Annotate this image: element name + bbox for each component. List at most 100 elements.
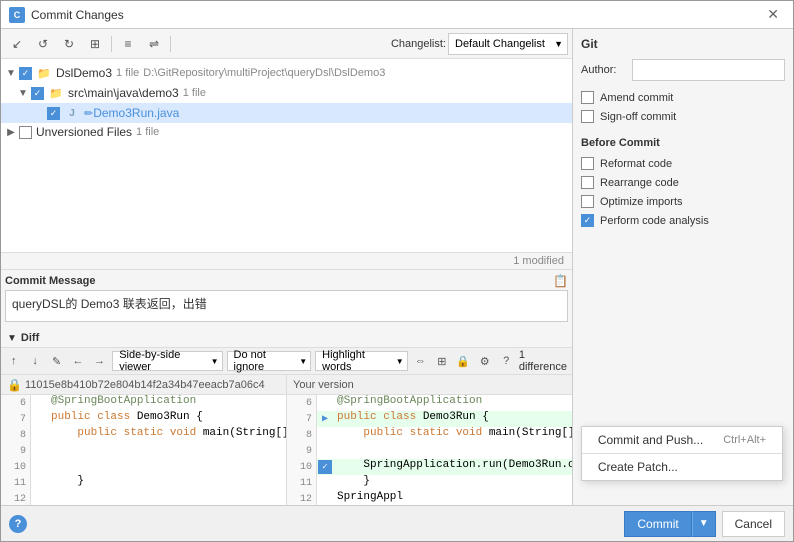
diff-line: 11 } bbox=[287, 475, 572, 491]
diff-help-btn[interactable]: ? bbox=[497, 351, 514, 371]
bottom-left: ? bbox=[9, 515, 27, 533]
app-icon: C bbox=[9, 7, 25, 23]
diff-line: 12 SpringAppl bbox=[287, 491, 572, 505]
diff-line: 11 } bbox=[1, 475, 286, 491]
rearrange-checkbox[interactable] bbox=[581, 176, 594, 189]
file-tree: ▼ ✓ 📁 DslDemo3 1 file D:\GitRepository\m… bbox=[1, 59, 572, 252]
diff-ignore-dropdown[interactable]: Do not ignore ▼ bbox=[227, 351, 312, 371]
bottom-bar: ? Commit ▼ Cancel bbox=[1, 505, 793, 541]
create-patch-item[interactable]: Create Patch... bbox=[582, 454, 782, 480]
diff-line: 6 @SpringBootApplication bbox=[287, 395, 572, 411]
file-java-icon: J bbox=[64, 105, 80, 121]
folder-icon: 📁 bbox=[36, 65, 52, 81]
rearrange-row: Rearrange code bbox=[581, 176, 785, 189]
diff-next-btn[interactable]: ↓ bbox=[26, 351, 43, 371]
diff-highlight-dropdown[interactable]: Highlight words ▼ bbox=[315, 351, 408, 371]
reformat-row: Reformat code bbox=[581, 157, 785, 170]
diff-toolbar: ↑ ↓ ✎ ← → Side-by-side viewer ▼ Do not i… bbox=[1, 347, 572, 375]
diff-line-checkbox[interactable]: ✓ bbox=[318, 460, 332, 474]
list-item[interactable]: ▶ Unversioned Files 1 file bbox=[1, 123, 572, 141]
list-item[interactable]: ▼ ✓ 📁 DslDemo3 1 file D:\GitRepository\m… bbox=[1, 63, 572, 83]
diff-right-panel: Your version 6 @SpringBootApplication 7 … bbox=[287, 375, 572, 505]
files-toolbar: ↙ ↺ ↻ ⊞ ≡ ⇌ Changelist: Default Changeli… bbox=[1, 29, 572, 59]
diff-right-lines: 6 @SpringBootApplication 7 ▶ public clas… bbox=[287, 395, 572, 505]
dropdown-icon: ▼ bbox=[396, 357, 404, 366]
move-to-changelist-btn[interactable]: ↙ bbox=[5, 33, 29, 55]
tree-expand-icon: ▼ bbox=[17, 87, 29, 99]
tree-expand-icon: ▼ bbox=[5, 67, 17, 79]
tree-checkbox[interactable] bbox=[19, 126, 32, 139]
signoff-commit-label: Sign-off commit bbox=[600, 111, 676, 123]
diff-label: ▼ Diff bbox=[1, 329, 572, 347]
file-modified-icon: ✏ bbox=[84, 107, 93, 120]
refresh-btn[interactable]: ↺ bbox=[31, 33, 55, 55]
diff-line: 9 bbox=[1, 443, 286, 459]
optimize-checkbox[interactable] bbox=[581, 195, 594, 208]
diff-prev-btn[interactable]: ↑ bbox=[5, 351, 22, 371]
diff-align-btn[interactable]: ⇔ bbox=[412, 351, 429, 371]
diff-line: 8 public static void main(String[] args bbox=[287, 427, 572, 443]
diff-fwd-btn[interactable]: → bbox=[91, 351, 108, 371]
group-btn[interactable]: ⇌ bbox=[142, 33, 166, 55]
changelist-dropdown[interactable]: Default Changelist ▼ bbox=[448, 33, 568, 55]
diff-line: 7 public class Demo3Run { bbox=[1, 411, 286, 427]
diff-line: 6 @SpringBootApplication bbox=[1, 395, 286, 411]
tree-checkbox[interactable]: ✓ bbox=[47, 107, 60, 120]
list-item[interactable]: ▶ ✓ J ✏ Demo3Run.java bbox=[1, 103, 572, 123]
author-input[interactable] bbox=[632, 59, 785, 81]
jump-to-source-btn[interactable]: ↻ bbox=[57, 33, 81, 55]
tree-checkbox[interactable]: ✓ bbox=[19, 67, 32, 80]
tree-expand-icon: ▶ bbox=[5, 126, 17, 138]
reformat-label: Reformat code bbox=[600, 158, 672, 170]
diff-expand-icon: ▼ bbox=[7, 333, 17, 344]
diff-left-header: 🔒 11015e8b410b72e804b14f2a34b47eeacb7a06… bbox=[1, 375, 286, 395]
titlebar-left: C Commit Changes bbox=[9, 7, 124, 23]
diff-arrow-icon: ▶ bbox=[322, 413, 328, 425]
perform-checkbox[interactable]: ✓ bbox=[581, 214, 594, 227]
sep1 bbox=[111, 36, 112, 52]
dropdown-arrow-icon: ▼ bbox=[554, 39, 563, 49]
sep2 bbox=[170, 36, 171, 52]
reformat-checkbox[interactable] bbox=[581, 157, 594, 170]
dropdown-icon: ▼ bbox=[299, 357, 307, 366]
collapse-btn[interactable]: ≡ bbox=[116, 33, 140, 55]
diff-line: 7 ▶ public class Demo3Run { bbox=[287, 411, 572, 427]
help-button[interactable]: ? bbox=[9, 515, 27, 533]
diff-lock-btn[interactable]: 🔒 bbox=[455, 351, 472, 371]
commit-message-label: Commit Message 📋 bbox=[5, 274, 568, 288]
titlebar: C Commit Changes ✕ bbox=[1, 1, 793, 29]
diff-line: 8 public static void main(String[] args bbox=[1, 427, 286, 443]
before-commit-title: Before Commit bbox=[581, 137, 785, 149]
tree-checkbox[interactable]: ✓ bbox=[31, 87, 44, 100]
commit-message-area: Commit Message 📋 queryDSL的 Demo3 联表返回，出错 bbox=[1, 269, 572, 329]
amend-commit-label: Amend commit bbox=[600, 92, 673, 104]
diff-back-btn[interactable]: ← bbox=[69, 351, 86, 371]
amend-commit-row: Amend commit bbox=[581, 91, 785, 104]
list-item[interactable]: ▼ ✓ 📁 src\main\java\demo3 1 file bbox=[1, 83, 572, 103]
diff-viewer-dropdown[interactable]: Side-by-side viewer ▼ bbox=[112, 351, 222, 371]
signoff-commit-checkbox[interactable] bbox=[581, 110, 594, 123]
cancel-button[interactable]: Cancel bbox=[722, 511, 785, 537]
commit-dropdown-button[interactable]: ▼ bbox=[692, 511, 716, 537]
diff-content: 🔒 11015e8b410b72e804b14f2a34b47eeacb7a06… bbox=[1, 375, 572, 505]
signoff-commit-row: Sign-off commit bbox=[581, 110, 785, 123]
diff-compare-btn[interactable]: ✎ bbox=[48, 351, 65, 371]
diff-line: 10 bbox=[1, 459, 286, 475]
commit-button[interactable]: Commit bbox=[624, 511, 691, 537]
perform-label: Perform code analysis bbox=[600, 215, 709, 227]
commit-message-input[interactable]: queryDSL的 Demo3 联表返回，出错 bbox=[5, 290, 568, 322]
bottom-right: Commit ▼ Cancel bbox=[624, 511, 785, 537]
commit-push-shortcut: Ctrl+Alt+ bbox=[723, 434, 766, 446]
author-label: Author: bbox=[581, 64, 626, 76]
close-button[interactable]: ✕ bbox=[761, 4, 785, 25]
expand-btn[interactable]: ⊞ bbox=[83, 33, 107, 55]
diff-columns-btn[interactable]: ⊞ bbox=[433, 351, 450, 371]
commit-and-push-item[interactable]: Commit and Push... Ctrl+Alt+ bbox=[582, 427, 782, 453]
diff-settings-btn[interactable]: ⚙ bbox=[476, 351, 493, 371]
optimize-label: Optimize imports bbox=[600, 196, 683, 208]
author-row: Author: bbox=[581, 59, 785, 81]
context-menu: Commit and Push... Ctrl+Alt+ Create Patc… bbox=[581, 426, 783, 481]
svg-text:C: C bbox=[14, 10, 21, 20]
amend-commit-checkbox[interactable] bbox=[581, 91, 594, 104]
rearrange-label: Rearrange code bbox=[600, 177, 679, 189]
